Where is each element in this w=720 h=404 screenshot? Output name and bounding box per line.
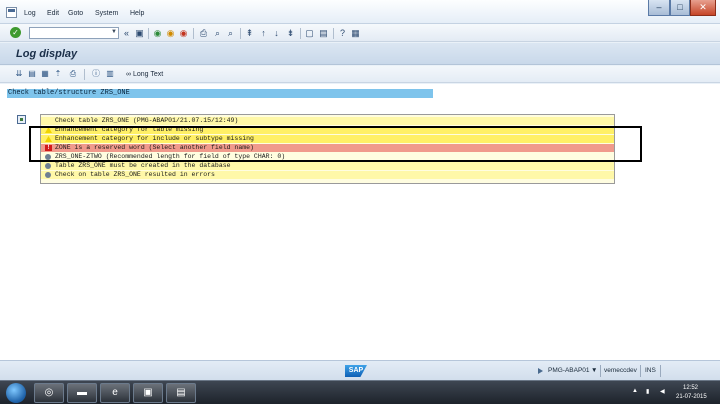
documentation-icon[interactable]: ▥ xyxy=(105,69,115,79)
previous-page-icon[interactable]: ↑ xyxy=(258,28,269,39)
sap-logo: SAP xyxy=(345,365,367,377)
minimize-icon[interactable]: – xyxy=(648,0,670,16)
glasses-icon: ∞ xyxy=(126,71,131,78)
sap-logon-icon[interactable]: ▣ xyxy=(133,383,163,403)
technical-info-icon[interactable]: ⓘ xyxy=(91,69,101,79)
print-list-icon[interactable]: ⎙ xyxy=(68,69,78,79)
message-text: Check table ZRS_ONE (PMG-ABAP01/21.07.15… xyxy=(55,117,239,124)
history-icon[interactable]: « xyxy=(121,28,132,39)
print-icon[interactable]: ⎙ xyxy=(198,28,209,39)
filter-icon[interactable]: ▦ xyxy=(40,69,50,79)
check-line[interactable]: Check table/structure ZRS_ONE xyxy=(7,89,433,98)
start-button[interactable] xyxy=(6,383,26,403)
clock-date[interactable]: 21-07-2015 xyxy=(676,394,707,400)
windows-taskbar: ◎ ▬ e ▣ ▤ ▲ ▮ ◀ 12:52 21-07-2015 xyxy=(0,380,720,404)
sap-gui-icon[interactable]: ▤ xyxy=(166,383,196,403)
page-title: Log display xyxy=(16,48,78,60)
message-text: Table ZRS_ONE must be created in the dat… xyxy=(55,162,231,169)
layout-menu-icon[interactable]: ▦ xyxy=(350,28,361,39)
toolbar-separator xyxy=(84,69,85,80)
new-session-icon[interactable]: ▢ xyxy=(304,28,315,39)
sort-icon[interactable]: ⇡ xyxy=(53,69,63,79)
title-bar: Log display xyxy=(0,43,720,65)
next-page-icon[interactable]: ↓ xyxy=(271,28,282,39)
highlight-box xyxy=(29,126,642,162)
long-text-label: Long Text xyxy=(132,71,164,78)
status-system: PMG-ABAP01 xyxy=(548,367,590,374)
system-toolbar: ✓ ▼ « ▣ ◉ ◉ ◉ ⎙ ⌕ ⌕ ⇞ ↑ ↓ ⇟ ▢ ▤ ? ▦ xyxy=(0,24,720,42)
menu-bar: Log Edit Goto System Help – □ ✕ xyxy=(0,0,720,24)
command-field[interactable] xyxy=(29,27,119,39)
first-page-icon[interactable]: ⇞ xyxy=(244,28,255,39)
save-icon[interactable]: ▣ xyxy=(134,28,145,39)
long-text-button[interactable]: ∞ Long Text xyxy=(126,69,163,80)
toolbar-separator xyxy=(148,28,149,39)
status-separator xyxy=(600,365,601,377)
message-row[interactable]: Check on table ZRS_ONE resulted in error… xyxy=(41,171,614,179)
info-icon xyxy=(45,163,51,169)
status-separator xyxy=(660,365,661,377)
status-mode: INS xyxy=(645,367,656,374)
message-row[interactable]: Table ZRS_ONE must be created in the dat… xyxy=(41,162,614,170)
chrome-icon[interactable]: ◎ xyxy=(34,383,64,403)
toolbar-separator xyxy=(333,28,334,39)
tray-up-icon[interactable]: ▲ xyxy=(632,388,638,394)
internet-explorer-icon[interactable]: e xyxy=(100,383,130,403)
explorer-folder-icon[interactable]: ▬ xyxy=(67,383,97,403)
last-page-icon[interactable]: ⇟ xyxy=(285,28,296,39)
menu-help[interactable]: Help xyxy=(130,10,144,17)
menu-system[interactable]: System xyxy=(95,10,118,17)
status-separator xyxy=(640,365,641,377)
toolbar-separator xyxy=(240,28,241,39)
menu-log[interactable]: Log xyxy=(24,10,36,17)
cancel-icon[interactable]: ◉ xyxy=(178,28,189,39)
message-row[interactable]: Check table ZRS_ONE (PMG-ABAP01/21.07.15… xyxy=(41,117,614,125)
shortcut-icon[interactable]: ▤ xyxy=(318,28,329,39)
clock-time[interactable]: 12:52 xyxy=(683,385,698,391)
message-text: Check on table ZRS_ONE resulted in error… xyxy=(55,171,215,178)
status-bar: SAP PMG-ABAP01 ▼ vemeccdev INS xyxy=(0,360,720,380)
volume-icon[interactable]: ◀ xyxy=(660,388,665,395)
expand-icon[interactable]: ⇊ xyxy=(14,69,24,79)
command-dropdown-icon[interactable]: ▼ xyxy=(111,29,117,35)
menu-edit[interactable]: Edit xyxy=(47,10,59,17)
status-expand-icon[interactable] xyxy=(538,368,543,374)
enter-icon[interactable]: ✓ xyxy=(10,27,21,38)
maximize-icon[interactable]: □ xyxy=(670,0,690,16)
find-next-icon[interactable]: ⌕ xyxy=(225,28,236,39)
log-content: Check table/structure ZRS_ONE Check tabl… xyxy=(0,84,720,360)
toolbar-separator xyxy=(193,28,194,39)
close-icon[interactable]: ✕ xyxy=(690,0,716,16)
status-dropdown-icon[interactable]: ▼ xyxy=(591,367,597,374)
info-icon xyxy=(45,172,51,178)
log-tree-icon[interactable] xyxy=(17,115,26,124)
help-icon[interactable]: ? xyxy=(337,28,348,39)
exit-icon[interactable]: ◉ xyxy=(165,28,176,39)
detail-icon[interactable]: ▤ xyxy=(27,69,37,79)
sap-menu-icon[interactable] xyxy=(6,7,17,18)
toolbar-separator xyxy=(300,28,301,39)
network-icon[interactable]: ▮ xyxy=(646,388,649,395)
status-server: vemeccdev xyxy=(604,367,637,374)
application-toolbar: ⇊ ▤ ▦ ⇡ ⎙ ⓘ ▥ ∞ Long Text xyxy=(0,66,720,83)
find-icon[interactable]: ⌕ xyxy=(212,28,223,39)
back-icon[interactable]: ◉ xyxy=(152,28,163,39)
menu-goto[interactable]: Goto xyxy=(68,10,83,17)
